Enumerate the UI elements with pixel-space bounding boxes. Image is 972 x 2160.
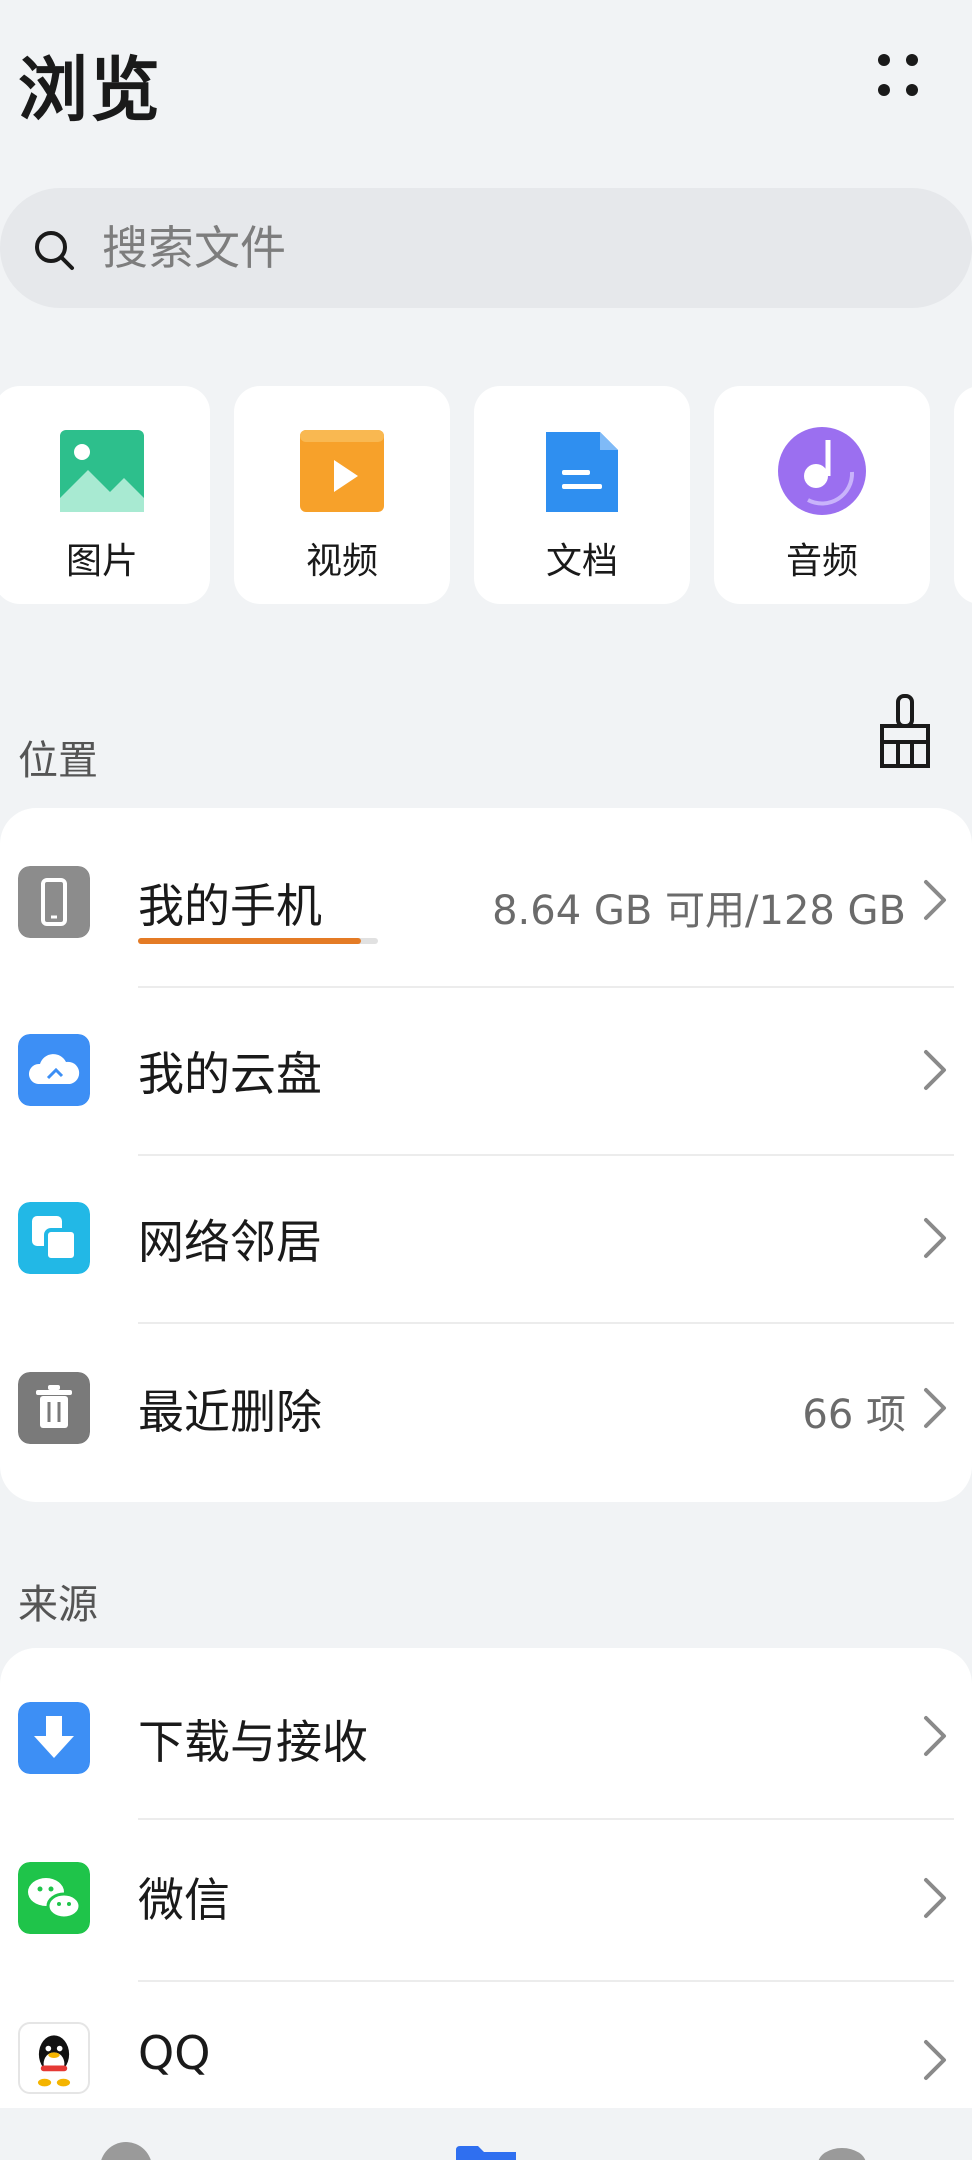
list-item-label: 最近删除 [138, 1385, 322, 1439]
search-input[interactable]: 搜索文件 [102, 214, 286, 282]
broom-icon[interactable] [872, 692, 938, 772]
list-item-recently-deleted[interactable]: 最近删除 66 项 [0, 1324, 972, 1502]
more-dots-icon[interactable] [860, 40, 936, 116]
cloud-icon [18, 1034, 90, 1106]
category-audio[interactable]: 音频 [714, 386, 930, 604]
storage-fill [138, 938, 362, 944]
list-item-label: 我的手机 [138, 879, 322, 933]
sources-list: 下载与接收 微信 QQ [0, 1648, 972, 2160]
list-item-downloads[interactable]: 下载与接收 [0, 1648, 972, 1818]
list-item-label: 我的云盘 [138, 1047, 322, 1101]
page-title: 浏览 [18, 49, 162, 131]
chevron-right-icon [924, 1050, 946, 1090]
video-icon [300, 430, 384, 512]
chevron-right-icon [924, 2040, 946, 2080]
document-icon [546, 432, 618, 512]
recent-tab-icon[interactable] [96, 2138, 156, 2160]
category-tiles: 图片 视频 文档 音频 [0, 386, 972, 604]
trash-icon [18, 1372, 90, 1444]
download-icon [18, 1702, 90, 1774]
chevron-right-icon [924, 1878, 946, 1918]
image-icon [60, 430, 144, 512]
files-browse-page: 浏览 搜索文件 图片 视频 文档 音频 位置 我的手机 8.64 GB 可用/1… [0, 0, 972, 2160]
list-item-label: 网络邻居 [138, 1215, 322, 1269]
search-bar[interactable]: 搜索文件 [0, 188, 972, 308]
list-item-cloud[interactable]: 我的云盘 [0, 988, 972, 1154]
chevron-right-icon [924, 1716, 946, 1756]
audio-icon [778, 427, 866, 515]
list-item-wechat[interactable]: 微信 [0, 1820, 972, 1980]
category-images[interactable]: 图片 [0, 386, 210, 604]
wechat-icon [18, 1862, 90, 1934]
header: 浏览 [0, 0, 972, 180]
chevron-right-icon [924, 1388, 946, 1428]
network-icon [18, 1202, 90, 1274]
category-documents[interactable]: 文档 [474, 386, 690, 604]
list-item-label: 微信 [138, 1873, 230, 1927]
item-count: 66 项 [802, 1392, 906, 1438]
search-icon [35, 231, 74, 270]
list-item-my-phone[interactable]: 我的手机 8.64 GB 可用/128 GB [0, 808, 972, 986]
bottom-nav [0, 2108, 972, 2160]
qq-icon [18, 2022, 90, 2094]
phone-icon [18, 866, 90, 938]
section-title-locations: 位置 [18, 738, 98, 784]
locations-list: 我的手机 8.64 GB 可用/128 GB 我的云盘 网络邻居 最近删除 66… [0, 808, 972, 1502]
category-label: 视频 [305, 541, 378, 582]
category-videos[interactable]: 视频 [234, 386, 450, 604]
category-label: 音频 [785, 541, 858, 582]
storage-bar [138, 938, 378, 944]
list-item-label: 下载与接收 [138, 1715, 368, 1769]
category-label: 文档 [545, 541, 618, 582]
cloud-tab-icon[interactable] [812, 2142, 872, 2160]
section-title-sources: 来源 [18, 1582, 98, 1628]
chevron-right-icon [924, 880, 946, 920]
browse-tab-icon[interactable] [454, 2144, 518, 2160]
chevron-right-icon [924, 1218, 946, 1258]
category-label: 图片 [65, 541, 138, 582]
storage-text: 8.64 GB 可用/128 GB [492, 888, 906, 934]
list-item-label: QQ [138, 2026, 211, 2080]
category-more[interactable] [954, 386, 972, 604]
list-item-network[interactable]: 网络邻居 [0, 1156, 972, 1322]
